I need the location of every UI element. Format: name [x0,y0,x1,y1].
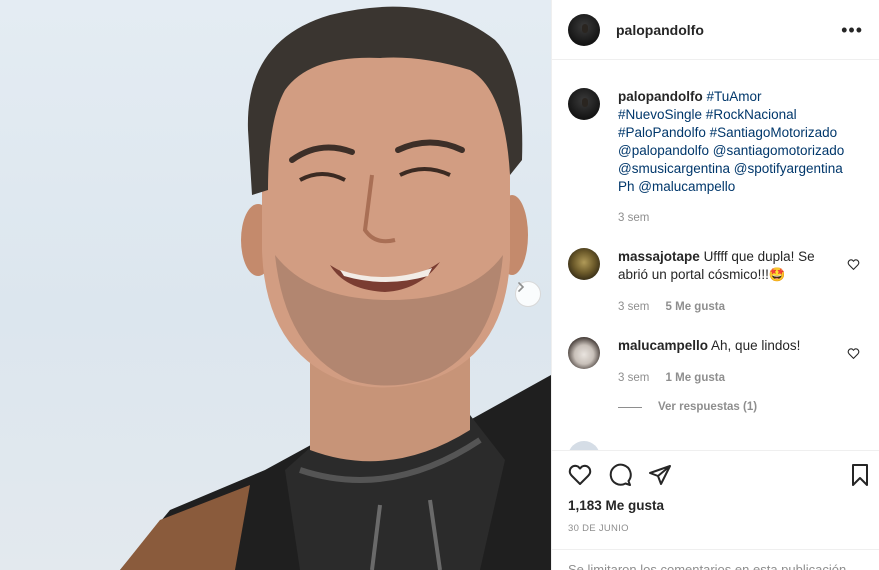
comment-username[interactable]: massajotape [618,249,700,264]
action-icons [568,463,672,487]
comment-time[interactable]: 3 sem [618,301,649,313]
caption-time[interactable]: 3 sem [618,212,649,224]
caption-text-block: palopandolfo #TuAmor #NuevoSingle #RockN… [618,88,846,196]
comment-like-heart-icon[interactable] [847,347,860,360]
comment-like-heart-icon[interactable] [847,258,860,271]
comment-meta: 3 sem 5 Me gusta [618,298,846,316]
commenter-avatar[interactable] [568,248,600,280]
comment-icon[interactable] [608,463,632,487]
comment-username[interactable]: malucampello [618,338,708,353]
paper-plane-icon[interactable] [648,463,672,487]
caption-username[interactable]: palopandolfo [618,89,703,104]
author-avatar[interactable] [568,13,600,46]
post-date[interactable]: 30 DE JUNIO [568,523,629,534]
post-side-panel: palopandolfo ••• palopandolfo #TuAmor #N… [551,0,879,570]
bookmark-icon[interactable] [848,463,872,487]
comment-likes[interactable]: 1 Me gusta [666,372,725,384]
comment-text-block: malucampello Ah, que lindos! [618,337,846,355]
caption-meta: 3 sem [618,209,846,227]
more-options-icon[interactable]: ••• [841,21,863,39]
chevron-right-icon [518,282,525,292]
post-actions: 1,183 Me gusta 30 DE JUNIO Se limitaron … [552,450,879,570]
caption-row: palopandolfo #TuAmor #NuevoSingle #RockN… [568,88,864,227]
comments-list[interactable]: palopandolfo #TuAmor #NuevoSingle #RockN… [552,61,879,450]
view-replies-label: Ver respuestas (1) [658,401,758,413]
caption-avatar[interactable] [568,88,600,120]
replies-divider-line [618,406,642,408]
comment-time[interactable]: 3 sem [618,372,649,384]
next-image-button[interactable] [515,281,541,307]
post-header: palopandolfo ••• [552,0,879,60]
comment-meta: 3 sem 1 Me gusta [618,369,846,387]
post-photo[interactable] [0,0,551,570]
comment-row: malucampello Ah, que lindos! 3 sem 1 Me … [568,337,864,387]
commenter-avatar[interactable] [568,441,600,450]
portrait-illustration [120,6,551,570]
view-replies-button[interactable]: Ver respuestas (1) [618,401,757,413]
comment-likes[interactable]: 5 Me gusta [666,301,725,313]
comment-text-block: massajotape Uffff que dupla! Se abrió un… [618,248,846,284]
comment-row-partial [568,441,864,450]
comment-text: Ah, que lindos! [711,338,801,353]
heart-icon[interactable] [568,463,592,487]
comments-restricted-notice: Se limitaron los comentarios en esta pub… [552,549,879,570]
commenter-avatar[interactable] [568,337,600,369]
author-username[interactable]: palopandolfo [616,22,704,38]
save-button[interactable] [848,463,872,487]
likes-count[interactable]: 1,183 Me gusta [568,498,664,513]
instagram-post-viewer: palopandolfo ••• palopandolfo #TuAmor #N… [0,0,879,570]
comment-row: massajotape Uffff que dupla! Se abrió un… [568,248,864,316]
caption-text[interactable]: #TuAmor #NuevoSingle #RockNacional #Palo… [618,89,844,194]
